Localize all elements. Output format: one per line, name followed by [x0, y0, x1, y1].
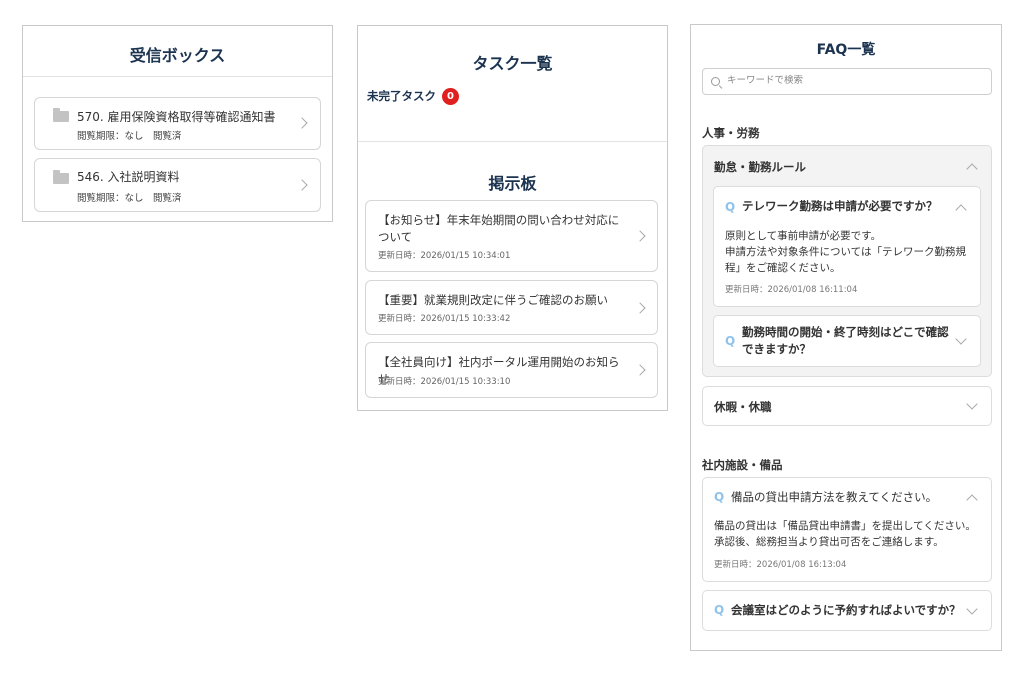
- folder-icon: [53, 108, 69, 122]
- category-accordion: 勤怠・勤務ルール Q テレワーク勤務は申請が必要ですか？ 原則として事前申請が必…: [702, 145, 992, 377]
- answer-date: 更新日時：2026/01/08 16:11:04: [725, 285, 858, 295]
- faq-question[interactable]: Q 勤務時間の開始・終了時刻はどこで確認できますか？: [713, 315, 981, 367]
- chevron-right-icon: [296, 117, 308, 129]
- folder-icon: [53, 170, 69, 184]
- q-icon: Q: [714, 490, 725, 504]
- category-accordion[interactable]: 休暇・休職: [702, 386, 992, 426]
- question-text[interactable]: 備品の貸出申請方法を教えてください。: [731, 489, 961, 506]
- inbox-item[interactable]: 546. 入社説明資料 閲覧期限：なし 閲覧済: [34, 158, 321, 212]
- notice-item[interactable]: 【全社員向け】社内ポータル運用開始のお知らせ 更新日時：2026/01/15 1…: [365, 342, 658, 398]
- chevron-right-icon: [634, 230, 646, 242]
- notice-title: 【重要】就業規則改定に伴うご確認のお願い: [378, 293, 608, 307]
- answer-date: 更新日時：2026/01/08 16:13:04: [714, 560, 847, 570]
- notice-title: 【お知らせ】年末年始期間の問い合わせ対応について: [378, 213, 620, 244]
- section-title: 社内施設・備品: [702, 458, 783, 472]
- tasks-panel: タスク一覧 未完了タスク 0 掲示板 【お知らせ】年末年始期間の問い合わせ対応に…: [357, 25, 668, 411]
- board-title: 掲示板: [488, 174, 537, 193]
- chevron-up-icon[interactable]: [966, 494, 978, 506]
- section-title: 人事・労務: [702, 126, 760, 140]
- tasks-title: タスク一覧: [472, 54, 553, 73]
- inbox-title: 受信ボックス: [129, 46, 226, 65]
- tasks-divider: [358, 141, 667, 142]
- search-box: [702, 68, 992, 95]
- faq-panel: FAQ一覧 人事・労務 勤怠・勤務ルール Q テレワーク勤務は申請が必要ですか？…: [690, 24, 1002, 651]
- chevron-down-icon: [955, 333, 967, 345]
- pending-count-badge: 0: [442, 88, 459, 105]
- category-title[interactable]: 勤怠・勤務ルール: [714, 159, 806, 175]
- faq-question: Q 備品の貸出申請方法を教えてください。 備品の貸出は「備品貸出申請書」を提出し…: [702, 477, 992, 582]
- inbox-item-name: 570. 雇用保険資格取得等確認通知書: [77, 110, 276, 124]
- pending-tasks-link[interactable]: 未完了タスク: [367, 88, 436, 104]
- answer-text: 原則として事前申請が必要です。 申請方法や対象条件については「テレワーク勤務規程…: [725, 230, 966, 274]
- notice-date: 更新日時：2026/01/15 10:34:01: [378, 251, 511, 261]
- question-text: 会議室はどのように予約すればよいですか？: [731, 603, 961, 617]
- chevron-right-icon: [634, 364, 646, 376]
- faq-title: FAQ一覧: [816, 42, 876, 58]
- inbox-item-meta: 閲覧期限：なし 閲覧済: [77, 131, 182, 142]
- notice-item[interactable]: 【お知らせ】年末年始期間の問い合わせ対応について 更新日時：2026/01/15…: [365, 200, 658, 272]
- q-icon: Q: [725, 200, 736, 214]
- answer-text: 備品の貸出は「備品貸出申請書」を提出してください。 承認後、総務担当より貸出可否…: [714, 520, 976, 548]
- q-icon: Q: [714, 603, 725, 617]
- question-text: 勤務時間の開始・終了時刻はどこで確認できますか？: [742, 325, 949, 356]
- faq-question[interactable]: Q 会議室はどのように予約すればよいですか？: [702, 590, 992, 631]
- search-icon: [711, 77, 720, 86]
- inbox-item-name: 546. 入社説明資料: [77, 170, 180, 184]
- notice-date: 更新日時：2026/01/15 10:33:10: [378, 377, 511, 387]
- faq-question: Q テレワーク勤務は申請が必要ですか？ 原則として事前申請が必要です。 申請方法…: [713, 186, 981, 307]
- chevron-right-icon: [296, 179, 308, 191]
- chevron-up-icon[interactable]: [966, 163, 978, 175]
- inbox-panel: 受信ボックス 570. 雇用保険資格取得等確認通知書 閲覧期限：なし 閲覧済 5…: [22, 25, 333, 222]
- chevron-right-icon: [634, 302, 646, 314]
- chevron-up-icon[interactable]: [955, 204, 967, 216]
- chevron-down-icon: [966, 398, 978, 410]
- notice-item[interactable]: 【重要】就業規則改定に伴うご確認のお願い 更新日時：2026/01/15 10:…: [365, 280, 658, 335]
- question-text[interactable]: テレワーク勤務は申請が必要ですか？: [742, 198, 950, 215]
- inbox-item-meta: 閲覧期限：なし 閲覧済: [77, 193, 182, 204]
- q-icon: Q: [725, 334, 736, 348]
- inbox-divider: [23, 76, 332, 77]
- inbox-item[interactable]: 570. 雇用保険資格取得等確認通知書 閲覧期限：なし 閲覧済: [34, 97, 321, 150]
- category-title: 休暇・休職: [714, 400, 772, 414]
- search-input[interactable]: [727, 75, 977, 86]
- chevron-down-icon: [966, 603, 978, 615]
- notice-date: 更新日時：2026/01/15 10:33:42: [378, 314, 511, 324]
